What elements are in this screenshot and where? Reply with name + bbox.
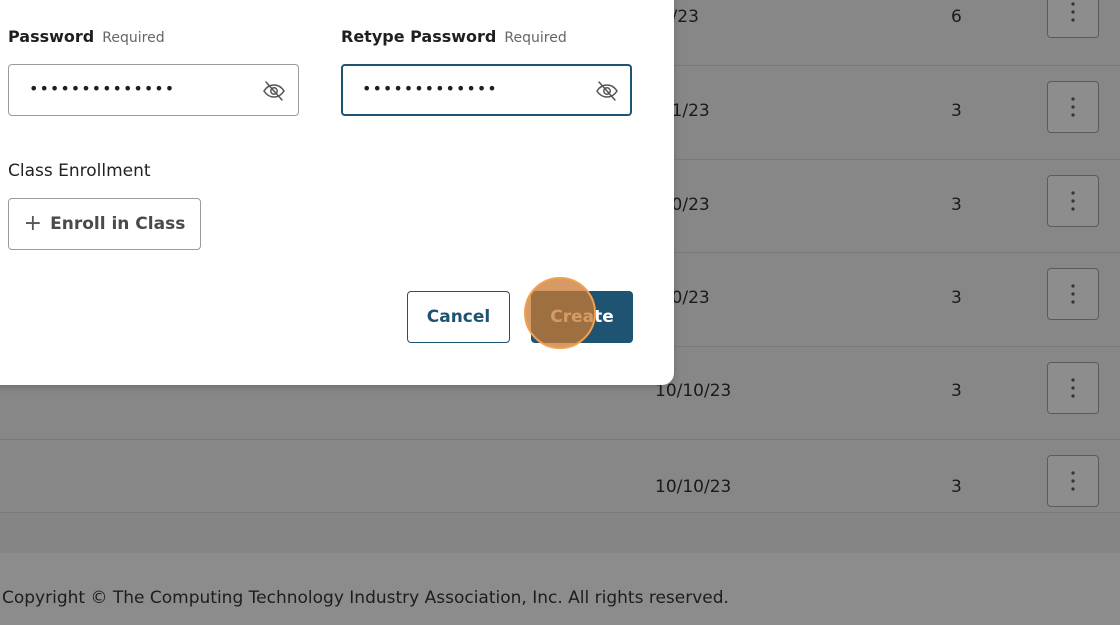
row-actions-button[interactable] (1047, 268, 1099, 320)
row-count: 3 (951, 101, 962, 121)
row-count: 6 (951, 7, 962, 27)
row-count: 3 (951, 477, 962, 497)
row-date: 10/10/23 (655, 477, 732, 497)
retype-required-hint: Required (504, 30, 567, 46)
kebab-menu-icon (1071, 378, 1075, 398)
eye-slash-icon[interactable] (595, 79, 619, 103)
password-required-hint: Required (102, 30, 165, 46)
row-count: 3 (951, 195, 962, 215)
enroll-in-class-button[interactable]: + Enroll in Class (8, 198, 201, 250)
password-value: •••••••••••••• (29, 79, 176, 98)
row-count: 3 (951, 381, 962, 401)
row-actions-button[interactable] (1047, 81, 1099, 133)
kebab-menu-icon (1071, 97, 1075, 117)
retype-password-label: Retype Password Required (341, 27, 567, 46)
kebab-menu-icon (1071, 2, 1075, 22)
password-label: Password Required (8, 27, 165, 46)
row-count: 3 (951, 288, 962, 308)
row-actions-button[interactable] (1047, 455, 1099, 507)
create-user-dialog: Password Required •••••••••••••• Retype P… (0, 0, 674, 385)
class-enrollment-heading: Class Enrollment (8, 161, 151, 181)
footer-spacer (0, 513, 1120, 553)
retype-password-input[interactable]: ••••••••••••• (341, 64, 632, 116)
cancel-button[interactable]: Cancel (407, 291, 510, 343)
page-footer: Copyright © The Computing Technology Ind… (0, 553, 1120, 625)
row-actions-button[interactable] (1047, 0, 1099, 38)
enroll-button-label: Enroll in Class (50, 214, 186, 234)
table-row: 10/10/23 3 (0, 440, 1120, 513)
create-button[interactable]: Create (531, 291, 633, 343)
password-label-text: Password (8, 27, 95, 46)
kebab-menu-icon (1071, 191, 1075, 211)
kebab-menu-icon (1071, 284, 1075, 304)
eye-slash-icon[interactable] (262, 79, 286, 103)
kebab-menu-icon (1071, 471, 1075, 491)
password-input[interactable]: •••••••••••••• (8, 64, 299, 116)
copyright-text: Copyright © The Computing Technology Ind… (2, 588, 729, 608)
plus-icon: + (23, 211, 43, 236)
row-actions-button[interactable] (1047, 362, 1099, 414)
row-actions-button[interactable] (1047, 175, 1099, 227)
retype-password-value: ••••••••••••• (362, 79, 498, 98)
retype-label-text: Retype Password (341, 27, 497, 46)
